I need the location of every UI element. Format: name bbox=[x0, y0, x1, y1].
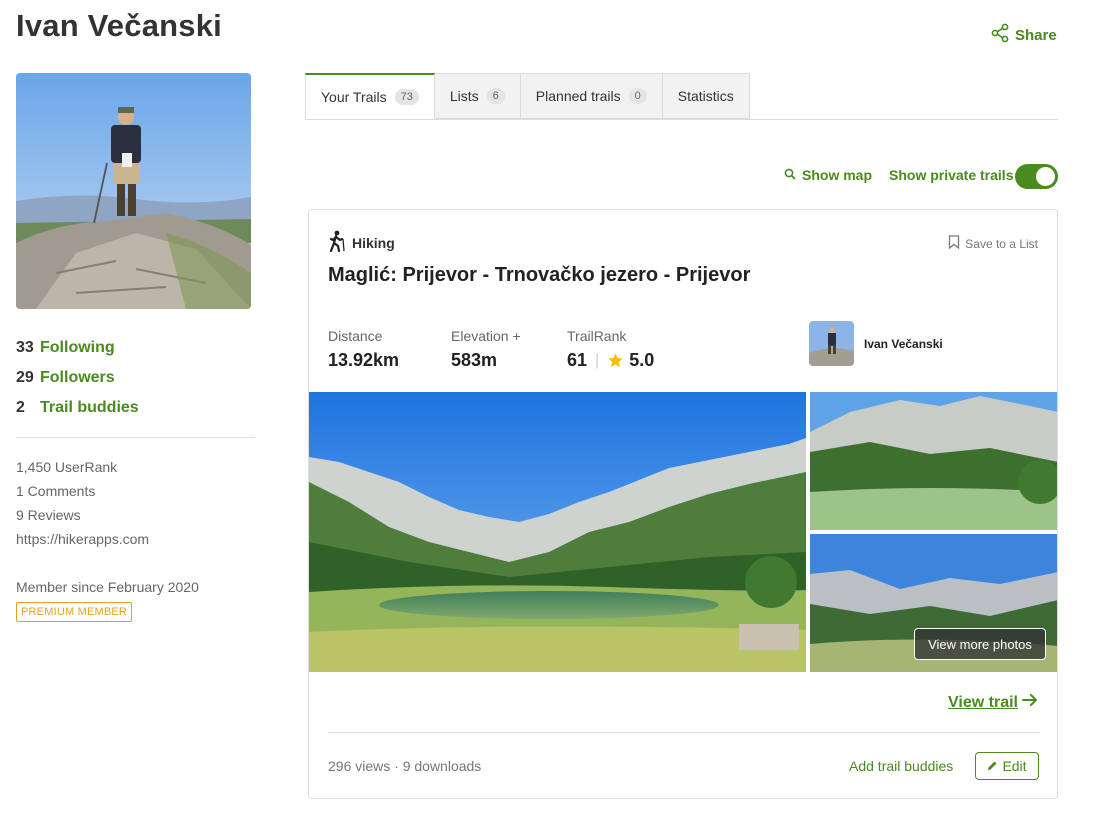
distance-metric: Distance 13.92km bbox=[328, 328, 399, 371]
share-button[interactable]: Share bbox=[990, 23, 1057, 47]
tab-planned-trails[interactable]: Planned trails 0 bbox=[519, 73, 663, 119]
trailrank-value: 61 bbox=[567, 350, 588, 370]
show-map-label: Show map bbox=[802, 167, 873, 183]
hiker-icon bbox=[328, 230, 346, 255]
profile-tabs: Your Trails 73 Lists 6 Planned trails 0 … bbox=[305, 73, 750, 119]
tab-label: Statistics bbox=[677, 88, 734, 104]
tab-label: Planned trails bbox=[535, 88, 621, 104]
view-more-photos-button[interactable]: View more photos bbox=[914, 628, 1046, 660]
trailrank-metric: TrailRank 61 | 5.0 bbox=[567, 328, 654, 371]
tab-count: 0 bbox=[628, 88, 647, 104]
tab-count: 73 bbox=[394, 88, 419, 105]
premium-badge: PREMIUM MEMBER bbox=[16, 602, 133, 622]
pencil-icon bbox=[987, 758, 998, 774]
tab-your-trails[interactable]: Your Trails 73 bbox=[305, 73, 435, 119]
edit-label: Edit bbox=[1002, 758, 1027, 774]
profile-name: Ivan Večanski bbox=[16, 8, 222, 43]
show-private-toggle[interactable] bbox=[1015, 164, 1058, 189]
trail-buddies-count: 2 bbox=[16, 399, 25, 416]
distance-label: Distance bbox=[328, 328, 383, 344]
following-count: 33 bbox=[16, 339, 34, 356]
save-to-list-button[interactable]: Save to a List bbox=[948, 235, 1038, 252]
save-to-list-label: Save to a List bbox=[965, 236, 1038, 251]
following-link[interactable]: 33 Following bbox=[16, 333, 139, 363]
metric-separator: | bbox=[595, 351, 600, 369]
tab-statistics[interactable]: Statistics bbox=[661, 73, 750, 119]
view-trail-link[interactable]: View trail bbox=[948, 693, 1038, 712]
website-link[interactable]: https://hikerapps.com bbox=[16, 530, 149, 554]
add-trail-buddies-link[interactable]: Add trail buddies bbox=[849, 758, 953, 774]
tab-count: 6 bbox=[486, 88, 505, 104]
search-icon bbox=[784, 167, 796, 183]
star-icon bbox=[607, 352, 624, 369]
trail-photo-main[interactable] bbox=[309, 392, 806, 672]
trail-author[interactable]: Ivan Večanski bbox=[809, 321, 943, 366]
show-map-button[interactable]: Show map bbox=[784, 167, 872, 183]
share-icon bbox=[990, 23, 1010, 47]
comments-stat: 1 Comments bbox=[16, 483, 96, 499]
elevation-metric: Elevation + 583m bbox=[451, 328, 521, 371]
trail-title[interactable]: Maglić: Prijevor - Trnovačko jezero - Pr… bbox=[328, 264, 750, 287]
trailrank-label: TrailRank bbox=[567, 328, 627, 344]
share-label: Share bbox=[1015, 26, 1057, 44]
bookmark-icon bbox=[948, 235, 960, 252]
tabs-divider bbox=[305, 119, 1058, 120]
author-avatar bbox=[809, 321, 854, 366]
rating-value: 5.0 bbox=[629, 350, 655, 370]
tab-label: Your Trails bbox=[321, 88, 387, 105]
views-downloads: 296 views · 9 downloads bbox=[328, 758, 482, 774]
view-trail-label: View trail bbox=[948, 693, 1018, 711]
reviews-stat: 9 Reviews bbox=[16, 507, 81, 523]
trail-buddies-link[interactable]: 2 Trail buddies bbox=[16, 393, 139, 423]
arrow-right-icon bbox=[1022, 693, 1038, 712]
trail-photo-secondary[interactable] bbox=[810, 392, 1057, 530]
edit-button[interactable]: Edit bbox=[975, 752, 1039, 780]
activity-label: Hiking bbox=[352, 234, 395, 251]
elevation-label: Elevation + bbox=[451, 328, 521, 344]
userrank-stat: 1,450 UserRank bbox=[16, 459, 118, 475]
followers-label: Followers bbox=[40, 369, 115, 386]
elevation-value: 583m bbox=[451, 350, 498, 370]
show-private-label: Show private trails bbox=[889, 167, 1014, 183]
member-since: Member since February 2020 bbox=[16, 579, 199, 595]
trail-card: Hiking Save to a List Maglić: Prijevor -… bbox=[308, 209, 1058, 799]
tab-label: Lists bbox=[449, 88, 479, 104]
followers-count: 29 bbox=[16, 369, 34, 386]
tab-lists[interactable]: Lists 6 bbox=[433, 73, 521, 119]
left-divider bbox=[16, 437, 255, 438]
activity-type: Hiking bbox=[328, 230, 395, 255]
toggle-knob bbox=[1036, 167, 1055, 186]
card-divider bbox=[328, 732, 1039, 733]
distance-value: 13.92km bbox=[328, 350, 400, 370]
followers-link[interactable]: 29 Followers bbox=[16, 363, 139, 393]
profile-photo bbox=[16, 73, 251, 309]
trailrank-value-row: 61 | 5.0 bbox=[567, 350, 654, 371]
social-counts: 33 Following 29 Followers 2 Trail buddie… bbox=[16, 333, 139, 423]
following-label: Following bbox=[40, 339, 115, 356]
author-name: Ivan Večanski bbox=[864, 336, 943, 351]
trail-buddies-label: Trail buddies bbox=[40, 399, 139, 416]
user-stats: 1,450 UserRank 1 Comments 9 Reviews http… bbox=[16, 458, 149, 554]
